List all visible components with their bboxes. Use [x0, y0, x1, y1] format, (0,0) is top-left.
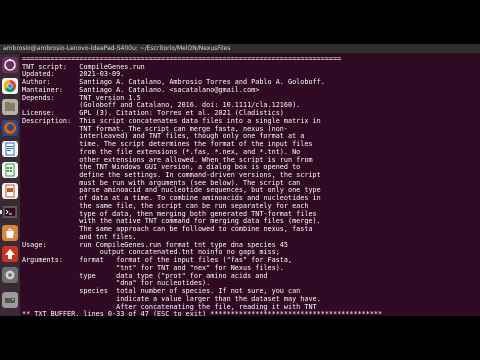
settings-button[interactable]: [2, 267, 18, 283]
unity-launcher: [0, 54, 20, 316]
terminal-button[interactable]: [0, 204, 18, 220]
dash-button[interactable]: [2, 57, 18, 73]
writer-icon: [5, 142, 15, 156]
calc-button[interactable]: [2, 162, 18, 178]
usb-drive-button[interactable]: [2, 292, 18, 308]
chrome-icon: [3, 80, 16, 93]
terminal-line: ** TXT BUFFER, lines 0-33 of 47 (ESC to …: [22, 310, 383, 316]
terminal-output: ========================================…: [22, 55, 383, 316]
writer-button[interactable]: [2, 141, 18, 157]
software-center-icon: [6, 228, 14, 238]
software-updater-icon: [5, 249, 15, 259]
chrome-button[interactable]: [2, 78, 18, 94]
software-updater-button[interactable]: [2, 246, 18, 262]
calc-icon: [5, 163, 15, 177]
terminal-icon: [3, 206, 17, 218]
settings-icon: [5, 270, 15, 280]
desktop-screen: ambrosio@ambrosio-Lenovo-IdeaPad-S400u: …: [0, 44, 480, 316]
dash-icon: [4, 58, 16, 71]
impress-button[interactable]: [2, 183, 18, 199]
files-button[interactable]: [2, 99, 18, 115]
impress-icon: [5, 184, 15, 198]
usb-drive-icon: [5, 298, 15, 303]
window-title: ambrosio@ambrosio-Lenovo-IdeaPad-S400u: …: [3, 45, 231, 52]
software-center-button[interactable]: [2, 225, 18, 241]
terminal-window[interactable]: ========================================…: [20, 54, 480, 316]
window-titlebar[interactable]: ambrosio@ambrosio-Lenovo-IdeaPad-S400u: …: [0, 44, 480, 54]
files-icon: [5, 102, 15, 111]
firefox-button[interactable]: [2, 120, 18, 136]
firefox-icon: [4, 122, 16, 134]
